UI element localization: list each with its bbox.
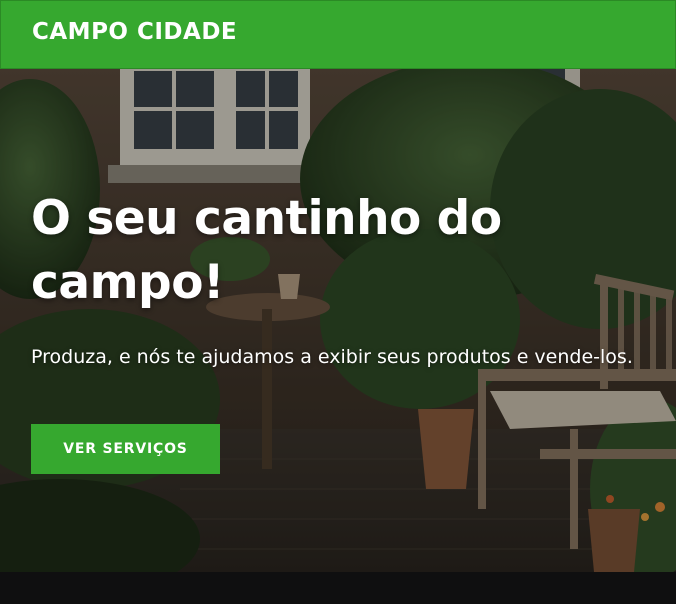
site-header: CAMPO CIDADE <box>0 0 676 69</box>
ver-servicos-button[interactable]: VER SERVIÇOS <box>31 424 220 474</box>
hero-subtitle: Produza, e nós te ajudamos a exibir seus… <box>31 346 633 368</box>
hero-section: O seu cantinho do campo! Produza, e nós … <box>0 69 676 572</box>
brand-logo-text[interactable]: CAMPO CIDADE <box>32 19 237 45</box>
page: CAMPO CIDADE O seu cantinho do campo! Pr… <box>0 0 676 604</box>
hero-overlay <box>0 69 676 572</box>
hero-headline: O seu cantinho do campo! <box>31 191 502 310</box>
footer-strip <box>0 572 676 604</box>
